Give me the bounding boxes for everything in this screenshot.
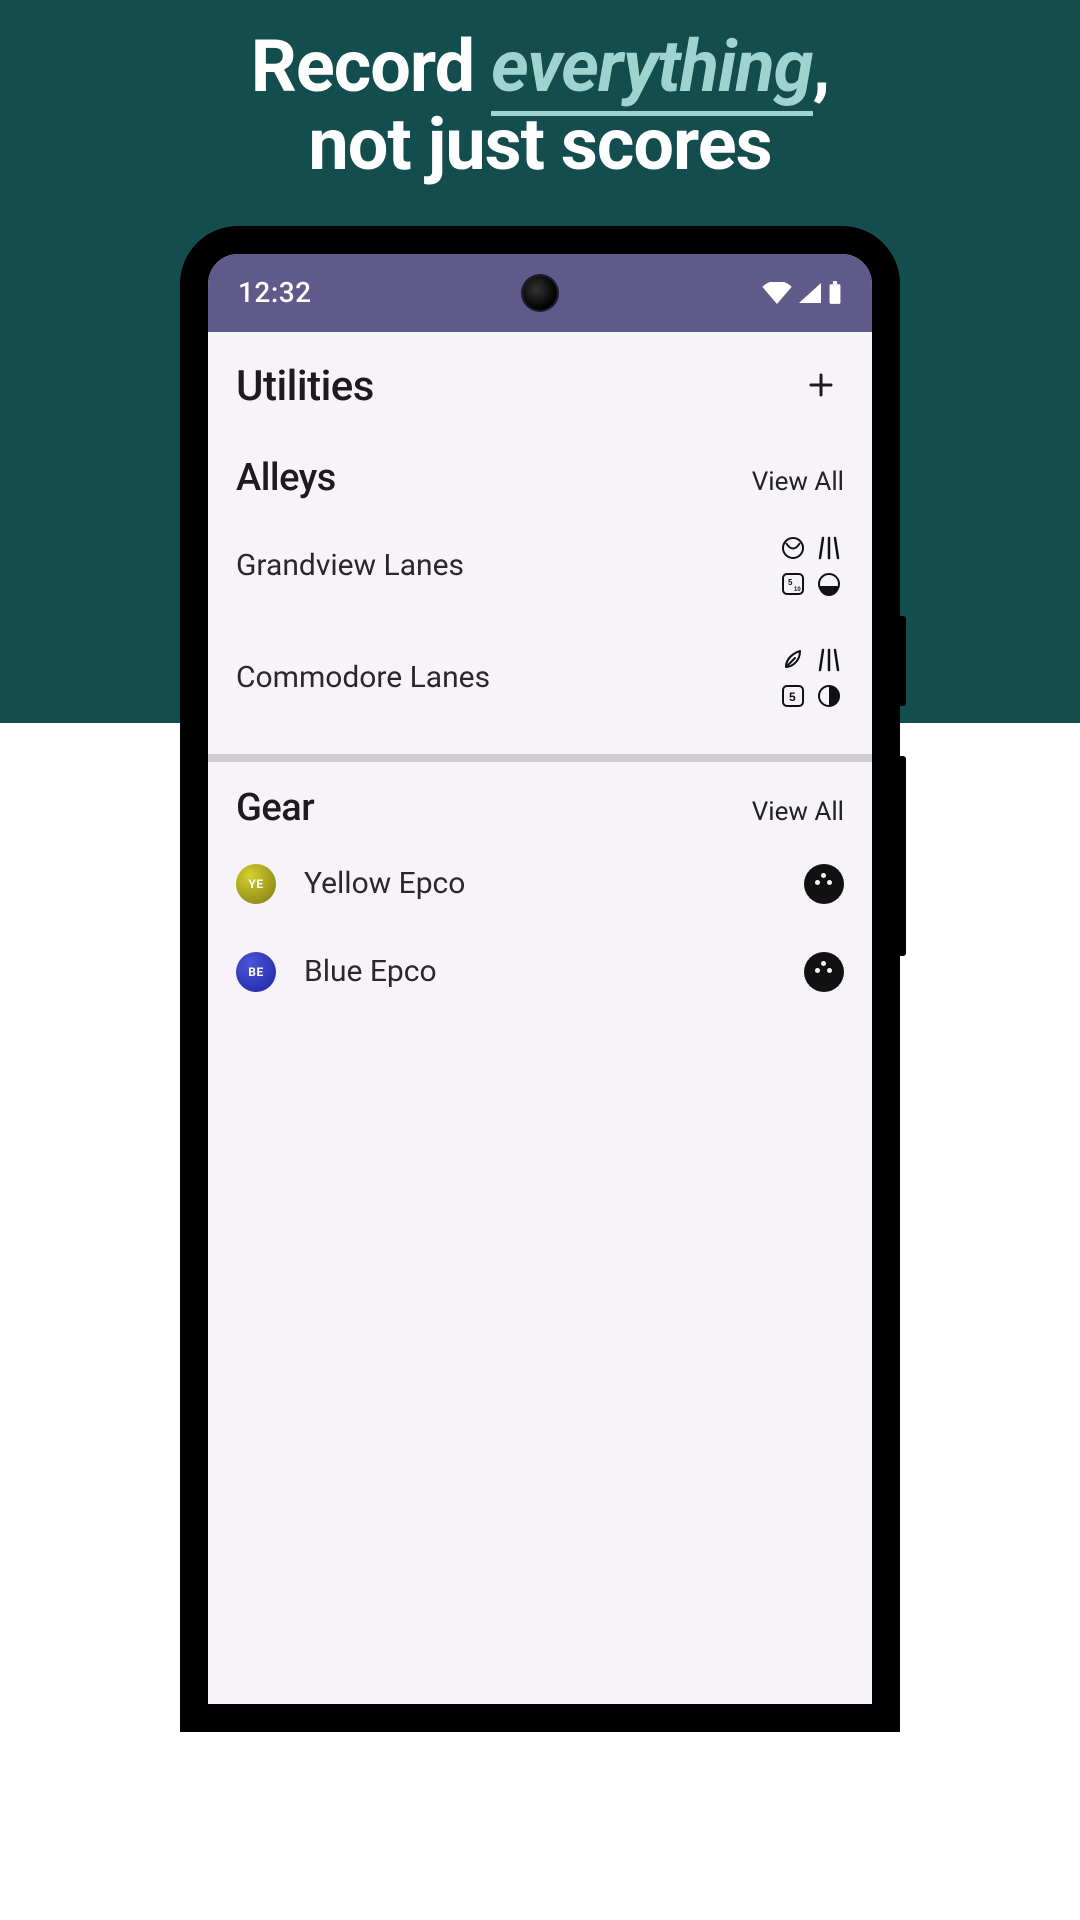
five-ten-icon: 510 <box>781 572 805 596</box>
alley-list-item[interactable]: Commodore Lanes 5 <box>236 622 844 734</box>
section-alleys: Alleys View All Grandview Lanes 510 <box>208 456 872 734</box>
battery-icon <box>828 281 842 305</box>
svg-text:10: 10 <box>794 587 801 593</box>
alley-name: Commodore Lanes <box>236 660 490 695</box>
bowling-ball-icon <box>804 864 844 904</box>
status-bar: 12:32 <box>208 254 872 332</box>
gear-avatar: YE <box>236 864 276 904</box>
cell-signal-icon <box>798 282 822 304</box>
add-button[interactable] <box>798 362 844 412</box>
front-camera <box>523 276 557 310</box>
section-gear: Gear View All YE Yellow Epco BE <box>208 786 872 1016</box>
contrast-icon <box>817 684 841 708</box>
phone-mockup: 12:32 Utilities <box>180 226 900 1732</box>
leaf-icon <box>781 648 805 672</box>
lanes-icon <box>817 648 841 672</box>
gear-list-item[interactable]: BE Blue Epco <box>236 928 844 1016</box>
gear-name: Yellow Epco <box>304 866 776 901</box>
svg-text:5: 5 <box>788 578 793 587</box>
ball-return-icon <box>781 536 805 560</box>
section-gear-title: Gear <box>236 786 314 830</box>
svg-text:5: 5 <box>789 690 796 704</box>
gear-name: Blue Epco <box>304 954 776 989</box>
oil-pattern-icon <box>817 572 841 596</box>
alley-list-item[interactable]: Grandview Lanes 510 <box>236 510 844 622</box>
section-alleys-title: Alleys <box>236 456 336 500</box>
alley-attr-icons: 510 <box>778 533 844 599</box>
gear-avatar: BE <box>236 952 276 992</box>
plus-icon <box>806 370 836 400</box>
section-divider <box>208 754 872 762</box>
phone-side-button <box>898 616 906 706</box>
bowling-ball-icon <box>804 952 844 992</box>
phone-volume-button <box>898 756 906 956</box>
promo-headline-suffix: , <box>813 24 830 109</box>
status-time: 12:32 <box>238 276 312 309</box>
gear-list-item[interactable]: YE Yellow Epco <box>236 840 844 928</box>
view-all-alleys[interactable]: View All <box>752 467 844 497</box>
view-all-gear[interactable]: View All <box>752 797 844 827</box>
promo-headline-prefix: Record <box>251 24 491 109</box>
wifi-icon <box>762 282 792 304</box>
alley-name: Grandview Lanes <box>236 548 464 583</box>
promo-headline-line2: not just scores <box>0 106 1080 184</box>
five-pin-icon: 5 <box>781 684 805 708</box>
alley-attr-icons: 5 <box>778 645 844 711</box>
page-title: Utilities <box>236 362 374 411</box>
lanes-icon <box>817 536 841 560</box>
promo-headline: Record everything, not just scores <box>0 0 1080 184</box>
